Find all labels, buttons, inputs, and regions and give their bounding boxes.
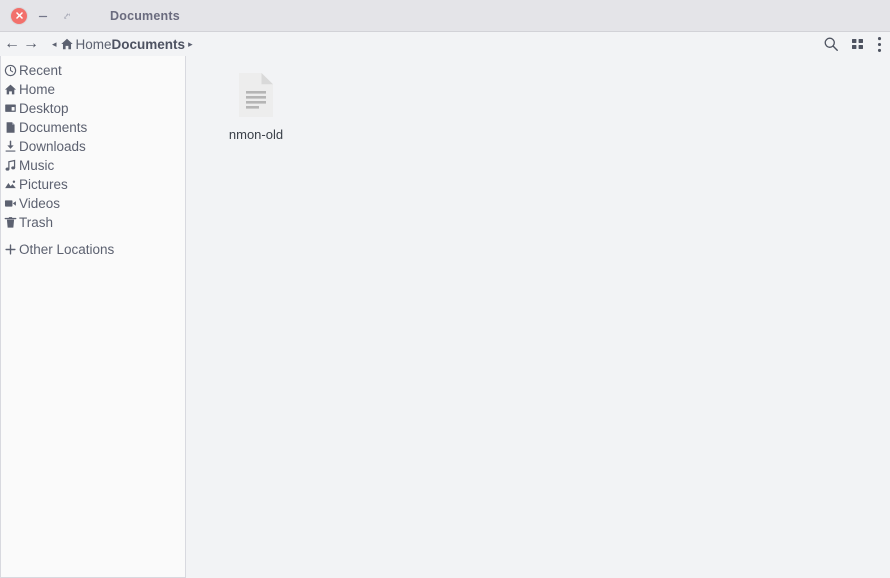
sidebar-item-downloads[interactable]: Downloads	[1, 137, 185, 156]
titlebar: Documents	[0, 0, 890, 32]
sidebar-item-label: Trash	[19, 215, 54, 230]
search-icon[interactable]	[823, 36, 839, 52]
plus-glyph	[5, 244, 16, 255]
sidebar-item-recent[interactable]: Recent	[1, 61, 185, 80]
file-grid[interactable]: nmon-old	[186, 56, 890, 578]
maximize-restore-icon	[64, 12, 70, 19]
video-camera-glyph	[4, 200, 16, 207]
back-button[interactable]: ←	[3, 36, 21, 52]
file-manager-window: Documents ← → ◂ Home Documents ▸ Recent …	[0, 0, 890, 578]
breadcrumb-item-home[interactable]: Home	[76, 37, 112, 52]
home-icon	[3, 83, 18, 96]
download-icon	[3, 140, 18, 153]
document-glyph	[6, 122, 15, 133]
music-note-icon	[3, 159, 18, 172]
sidebar-item-trash[interactable]: Trash	[1, 213, 185, 232]
clock-glyph	[4, 64, 17, 77]
home-glyph	[60, 38, 73, 50]
plus-icon	[3, 243, 18, 256]
sidebar-item-label: Videos	[19, 196, 61, 211]
download-glyph	[5, 140, 16, 152]
window-title: Documents	[110, 8, 180, 23]
breadcrumb-scroll-right-icon[interactable]: ▸	[185, 39, 196, 49]
sidebar-item-label: Downloads	[19, 139, 86, 154]
text-document-glyph	[239, 73, 273, 117]
minimize-button[interactable]	[32, 5, 54, 27]
text-document-icon	[238, 68, 274, 122]
sidebar-item-documents[interactable]: Documents	[1, 118, 185, 137]
breadcrumb-scroll-left-icon[interactable]: ◂	[49, 39, 60, 49]
sidebar-item-label: Other Locations	[19, 242, 115, 257]
sidebar-item-label: Documents	[19, 120, 88, 135]
music-note-glyph	[5, 159, 16, 171]
sidebar: Recent Home Desktop Documents Downloads …	[0, 56, 186, 578]
image-glyph	[5, 180, 16, 189]
file-item-label: nmon-old	[228, 127, 284, 142]
desktop-glyph	[5, 104, 16, 112]
sidebar-divider-space	[1, 232, 185, 240]
home-glyph	[4, 84, 17, 95]
view-grid-glyph	[852, 39, 863, 49]
close-button[interactable]	[8, 5, 30, 27]
breadcrumb-item-documents[interactable]: Documents	[112, 37, 186, 52]
sidebar-item-label: Home	[19, 82, 56, 97]
desktop-icon	[3, 102, 18, 115]
sidebar-item-desktop[interactable]: Desktop	[1, 99, 185, 118]
sidebar-item-home[interactable]: Home	[1, 80, 185, 99]
menu-kebab-icon[interactable]	[877, 36, 882, 53]
toolbar-actions	[823, 36, 882, 53]
minimize-icon	[38, 15, 48, 17]
sidebar-item-label: Pictures	[19, 177, 68, 192]
forward-button[interactable]: →	[22, 36, 40, 52]
maximize-button[interactable]	[56, 5, 78, 27]
document-icon	[3, 121, 18, 134]
sidebar-item-label: Desktop	[19, 101, 69, 116]
close-icon	[11, 7, 27, 24]
sidebar-item-videos[interactable]: Videos	[1, 194, 185, 213]
sidebar-item-other-locations[interactable]: Other Locations	[1, 240, 185, 259]
sidebar-item-label: Recent	[19, 63, 62, 78]
file-item-nmon-old[interactable]: nmon-old	[210, 68, 302, 142]
search-glyph	[824, 37, 838, 51]
trash-icon	[3, 216, 18, 229]
view-grid-icon[interactable]	[851, 37, 865, 51]
close-x-glyph	[15, 12, 23, 19]
sidebar-item-music[interactable]: Music	[1, 156, 185, 175]
navigation-arrows: ← →	[3, 36, 40, 52]
sidebar-item-pictures[interactable]: Pictures	[1, 175, 185, 194]
sidebar-item-label: Music	[19, 158, 55, 173]
window-body: Recent Home Desktop Documents Downloads …	[0, 56, 890, 578]
home-icon	[60, 37, 74, 51]
video-camera-icon	[3, 197, 18, 210]
toolbar: ← → ◂ Home Documents ▸	[0, 32, 890, 56]
clock-icon	[3, 64, 18, 77]
kebab-glyph	[877, 36, 882, 52]
trash-glyph	[4, 217, 17, 228]
breadcrumb: ◂ Home Documents ▸	[49, 37, 196, 52]
image-icon	[3, 178, 18, 191]
